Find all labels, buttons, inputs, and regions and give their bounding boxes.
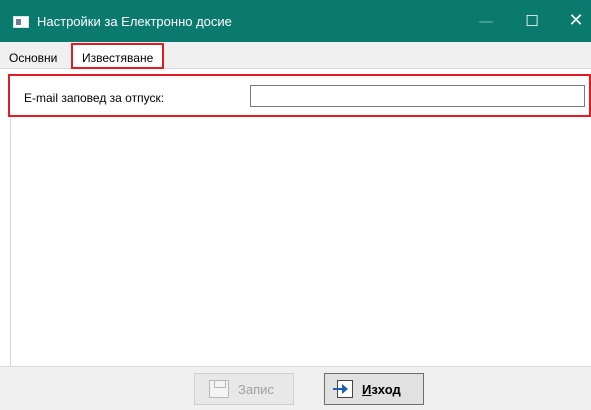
- email-leave-order-input[interactable]: [250, 85, 585, 107]
- minimize-button[interactable]: —: [466, 6, 506, 36]
- tab-basic[interactable]: Основни: [9, 51, 71, 65]
- maximize-button[interactable]: ☐: [512, 6, 552, 36]
- email-field-label: E-mail заповед за отпуск:: [24, 91, 165, 105]
- email-setting-row: E-mail заповед за отпуск:: [8, 74, 591, 117]
- bottom-button-bar: Запис Изход: [0, 366, 591, 410]
- close-button[interactable]: ✕: [558, 6, 591, 36]
- exit-arrow-icon: [333, 380, 353, 398]
- exit-button-label: Изход: [362, 381, 401, 397]
- save-button[interactable]: Запис: [194, 373, 294, 405]
- title-bar: Настройки за Електронно досие — ☐ ✕: [0, 0, 591, 42]
- save-button-label: Запис: [238, 381, 274, 397]
- app-window-icon: [13, 16, 29, 28]
- window-title: Настройки за Електронно досие: [37, 14, 232, 29]
- floppy-disk-icon: [209, 380, 229, 398]
- exit-button[interactable]: Изход: [324, 373, 424, 405]
- content-panel: [10, 117, 591, 366]
- tab-notification[interactable]: Известяване: [71, 43, 165, 69]
- tab-strip: Основни Известяване: [0, 42, 591, 69]
